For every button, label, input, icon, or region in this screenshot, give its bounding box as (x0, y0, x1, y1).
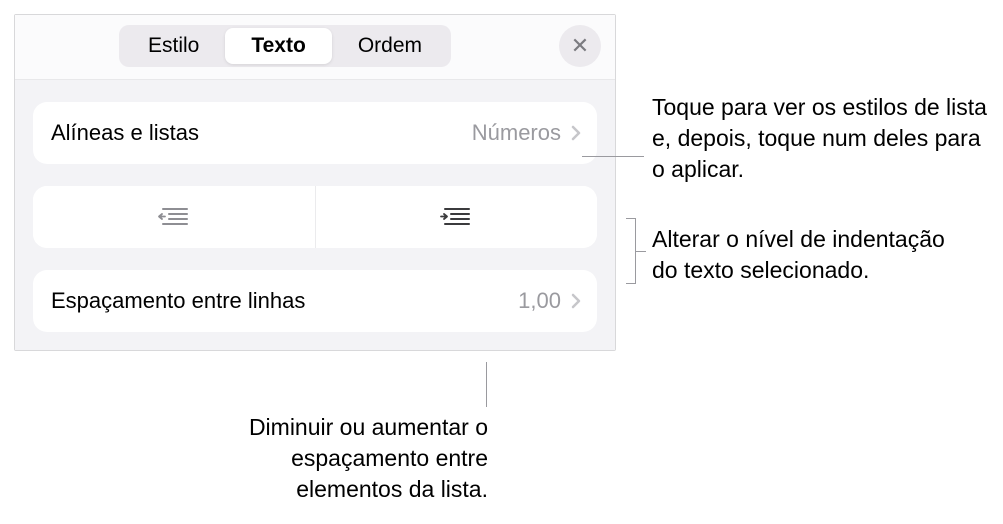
bullets-lists-value: Números (472, 120, 561, 146)
leader-line (582, 156, 644, 157)
bullets-lists-row[interactable]: Alíneas e listas Números (33, 102, 597, 164)
chevron-right-icon (571, 293, 581, 309)
tab-estilo[interactable]: Estilo (122, 28, 225, 64)
line-spacing-row[interactable]: Espaçamento entre linhas 1,00 (33, 270, 597, 332)
line-spacing-value: 1,00 (518, 288, 561, 314)
tab-ordem[interactable]: Ordem (332, 28, 448, 64)
bullets-lists-label: Alíneas e listas (51, 120, 472, 146)
close-icon: ✕ (571, 33, 589, 59)
format-panel: Estilo Texto Ordem ✕ Alíneas e listas Nú… (14, 14, 616, 351)
indent-button[interactable] (316, 186, 598, 248)
indent-row (33, 186, 597, 248)
leader-line (486, 362, 487, 407)
callout-indent-level: Alterar o nível de indentação do texto s… (652, 224, 952, 286)
callout-line-spacing: Diminuir ou aumentar o espaçamento entre… (200, 412, 488, 505)
outdent-button[interactable] (33, 186, 316, 248)
chevron-right-icon (571, 125, 581, 141)
callout-list-styles: Toque para ver os estilos de lista e, de… (652, 92, 992, 185)
outdent-icon (157, 206, 191, 228)
indent-icon (439, 206, 473, 228)
leader-line (636, 251, 646, 252)
tab-texto[interactable]: Texto (225, 28, 331, 64)
panel-header: Estilo Texto Ordem ✕ (15, 15, 615, 80)
close-button[interactable]: ✕ (559, 25, 601, 67)
panel-content: Alíneas e listas Números (15, 80, 615, 350)
segmented-control: Estilo Texto Ordem (119, 25, 451, 67)
line-spacing-label: Espaçamento entre linhas (51, 288, 518, 314)
leader-bracket (626, 218, 636, 284)
